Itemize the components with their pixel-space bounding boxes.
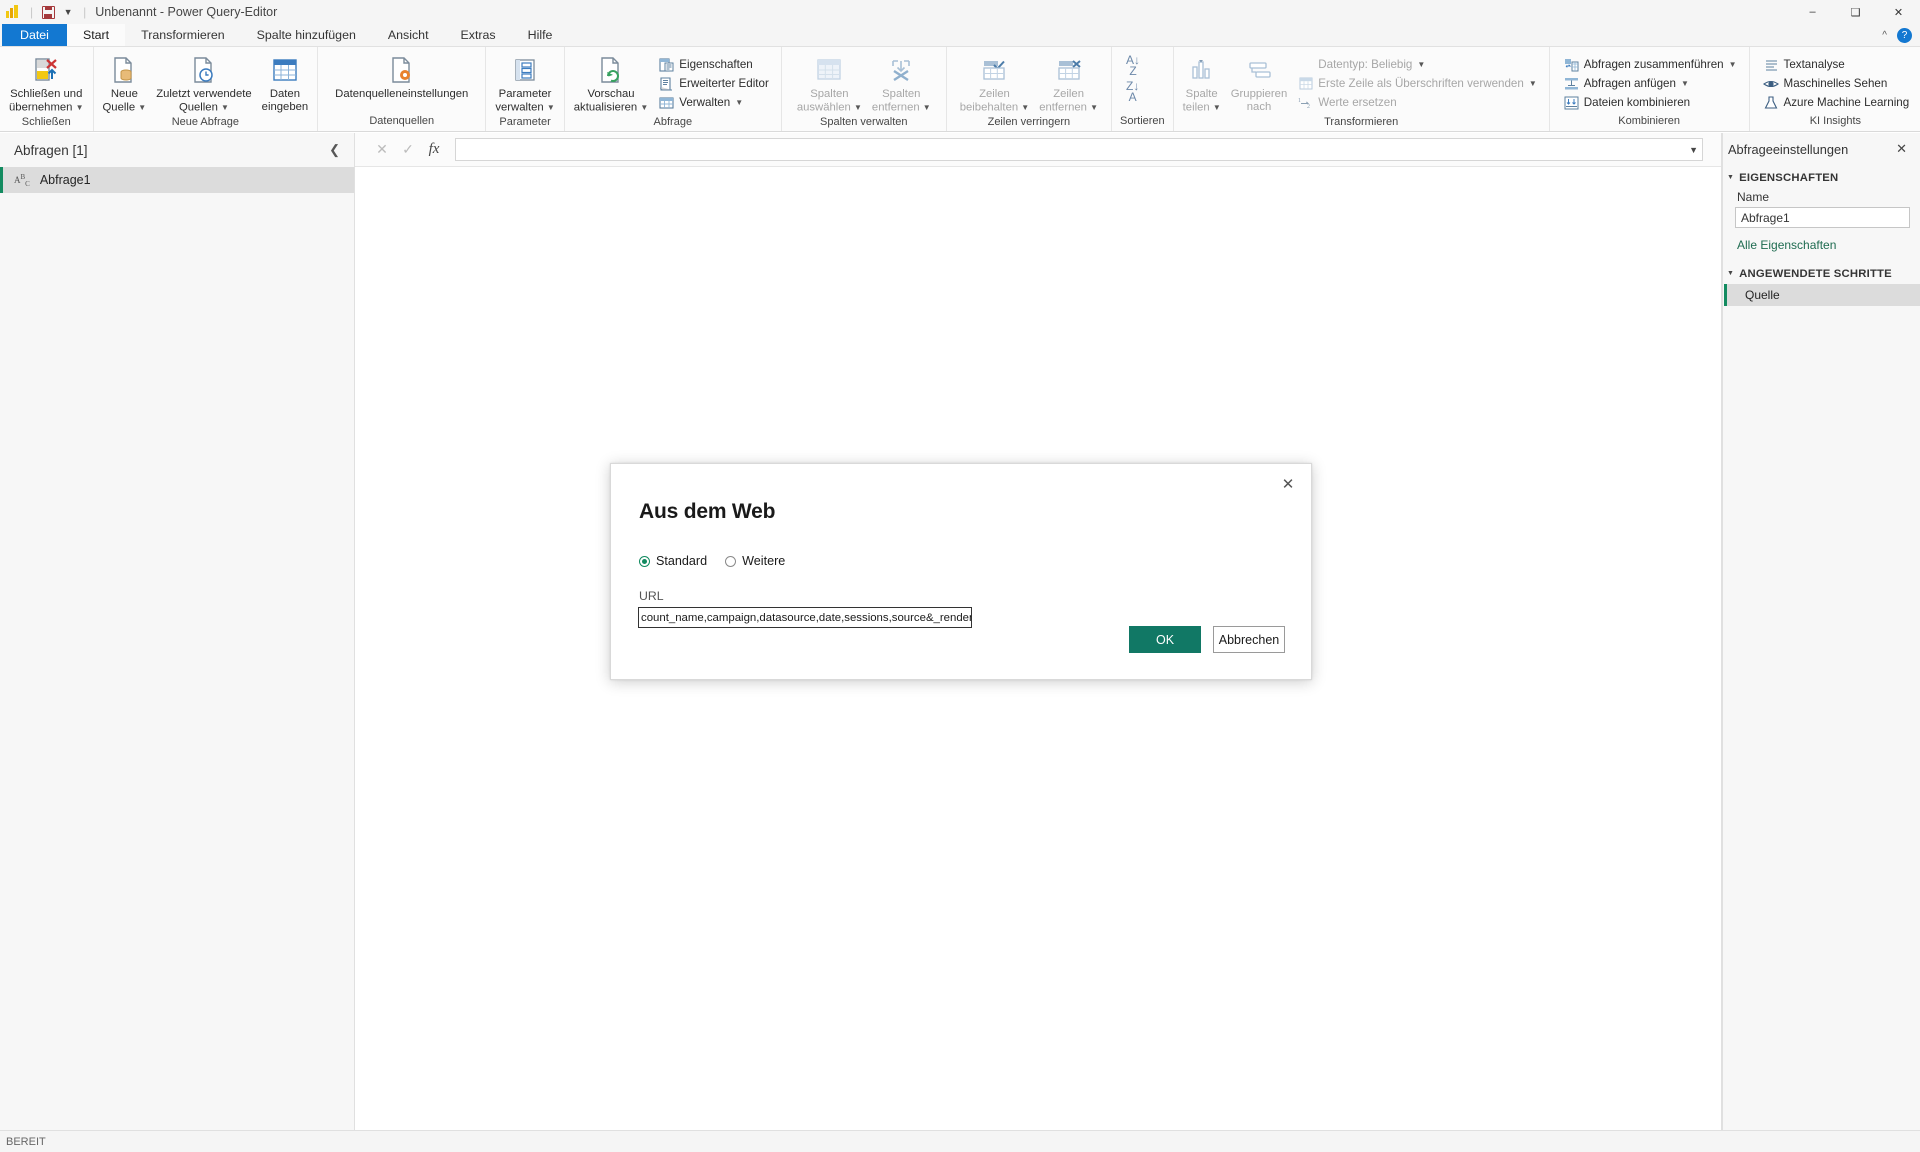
url-input-value: count_name,campaign,datasource,date,sess…: [641, 611, 971, 624]
dialog-radio-group: Standard Weitere: [639, 554, 785, 568]
from-web-dialog: ✕ Aus dem Web Standard Weitere URL count…: [610, 463, 1312, 680]
radio-dot-icon: [639, 555, 650, 567]
close-icon: ✕: [1281, 476, 1295, 493]
ok-button[interactable]: OK: [1129, 626, 1201, 653]
radio-standard-label: Standard: [656, 554, 708, 568]
radio-dot-icon: [725, 555, 737, 567]
dialog-title: Aus dem Web: [639, 500, 776, 523]
url-field-label: URL: [639, 589, 664, 603]
radio-standard[interactable]: Standard: [639, 554, 707, 568]
radio-weitere[interactable]: Weitere: [725, 554, 785, 568]
dialog-buttons: OK Abbrechen: [1129, 626, 1285, 653]
url-input[interactable]: count_name,campaign,datasource,date,sess…: [638, 607, 972, 628]
cancel-button[interactable]: Abbrechen: [1213, 626, 1285, 653]
radio-weitere-label: Weitere: [742, 554, 786, 568]
dialog-close-button[interactable]: ✕: [1275, 472, 1301, 496]
